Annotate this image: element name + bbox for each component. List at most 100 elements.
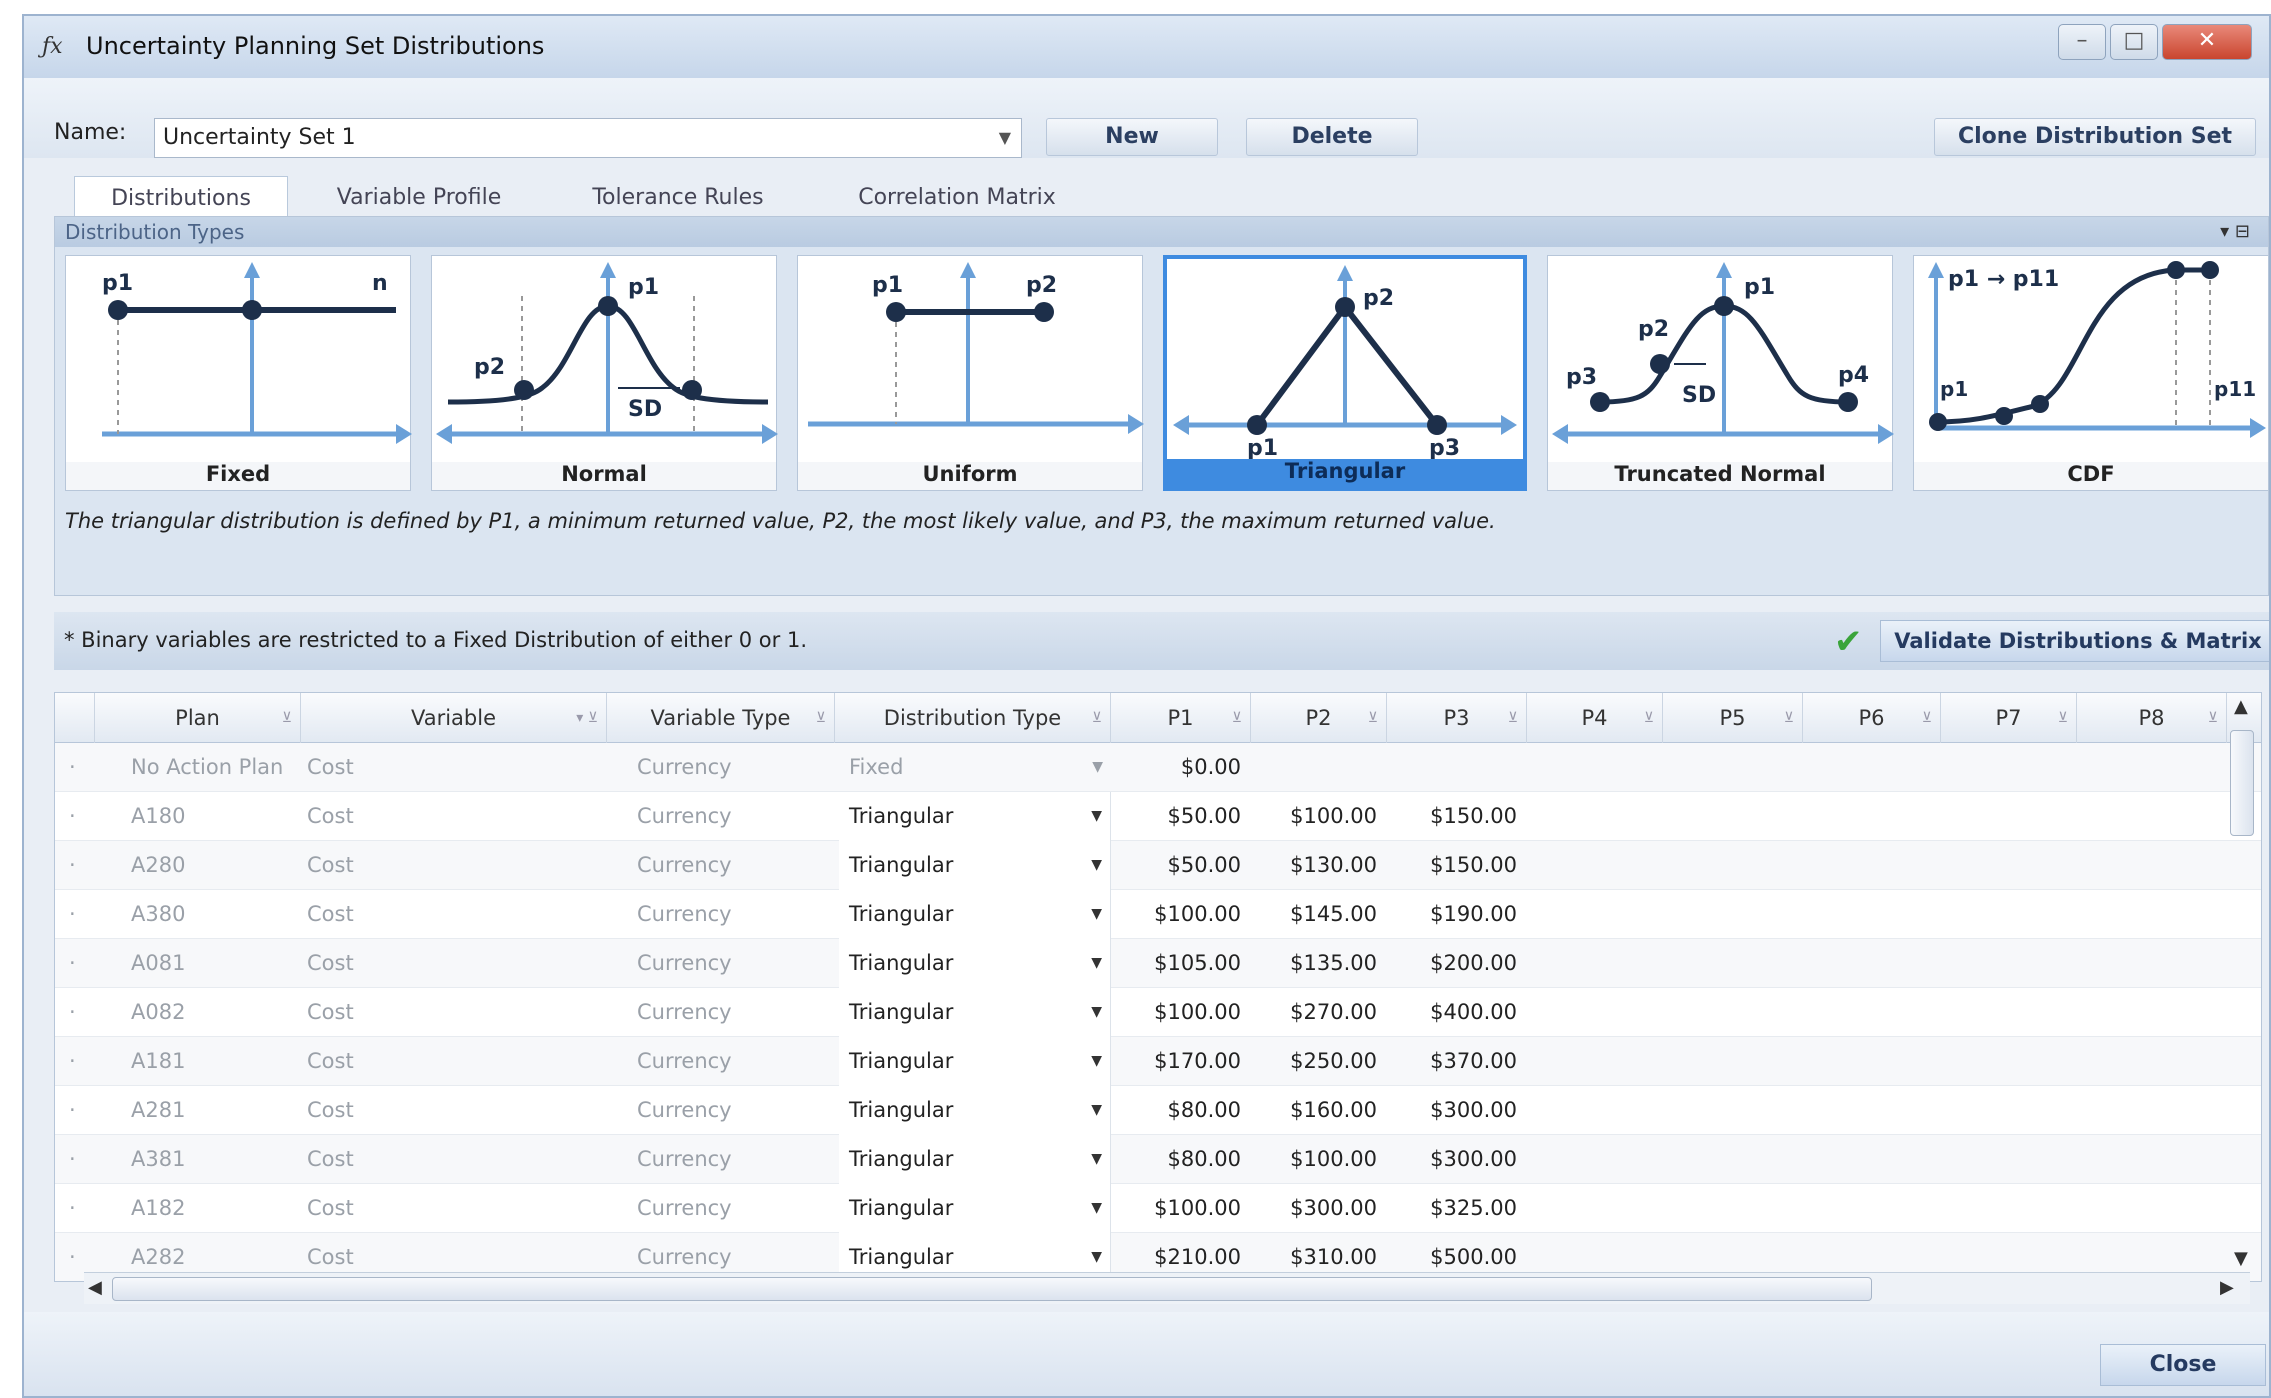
- chevron-down-icon[interactable]: ▼: [1091, 792, 1102, 841]
- delete-button[interactable]: Delete: [1246, 118, 1418, 156]
- minimize-button[interactable]: –: [2058, 24, 2106, 60]
- cell-dist[interactable]: Fixed ▼: [839, 743, 1111, 792]
- cell-p2[interactable]: $270.00: [1251, 988, 1387, 1037]
- col-distribution-type[interactable]: Distribution Type ⊻: [835, 693, 1111, 743]
- filter-icon[interactable]: ▾ ⊻: [576, 693, 598, 743]
- cell-p1[interactable]: $105.00: [1111, 939, 1251, 988]
- chevron-down-icon[interactable]: ▼: [1091, 988, 1102, 1037]
- scroll-left-icon[interactable]: ◀: [88, 1277, 102, 1298]
- chevron-down-icon[interactable]: ▼: [1091, 1135, 1102, 1184]
- chevron-down-icon[interactable]: ▼: [1091, 890, 1102, 939]
- cell-p1[interactable]: $50.00: [1111, 841, 1251, 890]
- cell-p3[interactable]: $300.00: [1387, 1086, 1527, 1135]
- cell-p3[interactable]: $300.00: [1387, 1135, 1527, 1184]
- cell-p1[interactable]: $80.00: [1111, 1086, 1251, 1135]
- cell-p3[interactable]: $150.00: [1387, 792, 1527, 841]
- maximize-button[interactable]: □: [2110, 24, 2158, 60]
- cell-dist[interactable]: Triangular ▼: [839, 988, 1111, 1037]
- filter-icon[interactable]: ⊻: [1922, 693, 1932, 743]
- filter-icon[interactable]: ⊻: [2208, 693, 2218, 743]
- close-button[interactable]: Close: [2100, 1344, 2266, 1386]
- table-row[interactable]: · A182 Cost Currency Triangular ▼ $100.00 $300.…: [55, 1184, 2261, 1233]
- table-row[interactable]: · A280 Cost Currency Triangular ▼ $50.00 $130.0…: [55, 841, 2261, 890]
- cell-p2[interactable]: $100.00: [1251, 1135, 1387, 1184]
- cell-dist[interactable]: Triangular ▼: [839, 792, 1111, 841]
- row-selector[interactable]: ·: [69, 1184, 89, 1233]
- col-p8[interactable]: P8 ⊻: [2077, 693, 2227, 743]
- cell-p2[interactable]: $100.00: [1251, 792, 1387, 841]
- table-row[interactable]: · A082 Cost Currency Triangular ▼ $100.00 $270.…: [55, 988, 2261, 1037]
- row-selector[interactable]: ·: [69, 988, 89, 1037]
- cell-p1[interactable]: $0.00: [1111, 743, 1251, 792]
- scroll-down-icon[interactable]: ▼: [2234, 1248, 2248, 1269]
- row-selector[interactable]: ·: [69, 743, 89, 792]
- cell-p3[interactable]: [1387, 743, 1527, 792]
- col-p3[interactable]: P3 ⊻: [1387, 693, 1527, 743]
- dist-card-triangular[interactable]: p2 p1 p3 Triangular: [1163, 255, 1527, 491]
- table-row[interactable]: · A281 Cost Currency Triangular ▼ $80.00 $160.0…: [55, 1086, 2261, 1135]
- table-row[interactable]: · No Action Plan Cost Currency Fixed ▼ $0.00: [55, 743, 2261, 792]
- cell-p1[interactable]: $170.00: [1111, 1037, 1251, 1086]
- cell-p1[interactable]: $100.00: [1111, 890, 1251, 939]
- cell-p1[interactable]: $100.00: [1111, 1184, 1251, 1233]
- clone-distribution-set-button[interactable]: Clone Distribution Set: [1934, 118, 2256, 156]
- filter-icon[interactable]: ⊻: [2058, 693, 2068, 743]
- cell-p2[interactable]: $145.00: [1251, 890, 1387, 939]
- filter-icon[interactable]: ⊻: [1092, 693, 1102, 743]
- dist-card-cdf[interactable]: p1 → p11 p1 p11 CDF: [1913, 255, 2269, 491]
- cell-p2[interactable]: $130.00: [1251, 841, 1387, 890]
- tab-distributions[interactable]: Distributions: [74, 176, 288, 220]
- cell-dist[interactable]: Triangular ▼: [839, 939, 1111, 988]
- cell-dist[interactable]: Triangular ▼: [839, 1037, 1111, 1086]
- col-p5[interactable]: P5 ⊻: [1663, 693, 1803, 743]
- filter-icon[interactable]: ⊻: [816, 693, 826, 743]
- cell-dist[interactable]: Triangular ▼: [839, 1086, 1111, 1135]
- table-row[interactable]: · A381 Cost Currency Triangular ▼ $80.00 $100.0…: [55, 1135, 2261, 1184]
- vertical-scrollbar[interactable]: ▲ ▼: [2224, 696, 2260, 1276]
- cell-dist[interactable]: Triangular ▼: [839, 841, 1111, 890]
- scroll-up-icon[interactable]: ▲: [2234, 696, 2248, 717]
- cell-p2[interactable]: [1251, 743, 1387, 792]
- table-row[interactable]: · A180 Cost Currency Triangular ▼ $50.00 $100.0…: [55, 792, 2261, 841]
- vertical-scroll-thumb[interactable]: [2230, 730, 2254, 836]
- pin-icon[interactable]: ▾ ⊟: [2220, 217, 2250, 247]
- row-selector[interactable]: ·: [69, 841, 89, 890]
- cell-p1[interactable]: $80.00: [1111, 1135, 1251, 1184]
- filter-icon[interactable]: ⊻: [1368, 693, 1378, 743]
- col-variable[interactable]: Variable ▾ ⊻: [301, 693, 607, 743]
- cell-dist[interactable]: Triangular ▼: [839, 1135, 1111, 1184]
- cell-p2[interactable]: $160.00: [1251, 1086, 1387, 1135]
- row-selector[interactable]: ·: [69, 890, 89, 939]
- col-plan[interactable]: Plan ⊻: [95, 693, 301, 743]
- horizontal-scrollbar[interactable]: ◀ ▶: [84, 1272, 2250, 1304]
- row-selector[interactable]: ·: [69, 1086, 89, 1135]
- filter-icon[interactable]: ⊻: [1644, 693, 1654, 743]
- cell-p1[interactable]: $100.00: [1111, 988, 1251, 1037]
- cell-p3[interactable]: $400.00: [1387, 988, 1527, 1037]
- row-selector[interactable]: ·: [69, 939, 89, 988]
- name-select[interactable]: Uncertainty Set 1 ▼: [154, 118, 1022, 158]
- cell-p2[interactable]: $300.00: [1251, 1184, 1387, 1233]
- chevron-down-icon[interactable]: ▼: [1092, 743, 1103, 792]
- table-row[interactable]: · A081 Cost Currency Triangular ▼ $105.00 $135.…: [55, 939, 2261, 988]
- col-variable-type[interactable]: Variable Type ⊻: [607, 693, 835, 743]
- chevron-down-icon[interactable]: ▼: [1091, 1037, 1102, 1086]
- dist-card-normal[interactable]: p1 p2 SD Normal: [431, 255, 778, 491]
- horizontal-scroll-thumb[interactable]: [112, 1277, 1872, 1301]
- new-button[interactable]: New: [1046, 118, 1218, 156]
- dist-card-truncated-normal[interactable]: p1 p2 p3 p4 SD Truncated Normal: [1547, 255, 1894, 491]
- col-p2[interactable]: P2 ⊻: [1251, 693, 1387, 743]
- cell-p3[interactable]: $200.00: [1387, 939, 1527, 988]
- cell-p3[interactable]: $150.00: [1387, 841, 1527, 890]
- col-p1[interactable]: P1 ⊻: [1111, 693, 1251, 743]
- chevron-down-icon[interactable]: ▼: [1091, 939, 1102, 988]
- table-row[interactable]: · A380 Cost Currency Triangular ▼ $100.00 $145.…: [55, 890, 2261, 939]
- tab-variable-profile[interactable]: Variable Profile: [306, 176, 532, 220]
- cell-p3[interactable]: $190.00: [1387, 890, 1527, 939]
- filter-icon[interactable]: ⊻: [282, 693, 292, 743]
- row-selector[interactable]: ·: [69, 792, 89, 841]
- cell-dist[interactable]: Triangular ▼: [839, 1184, 1111, 1233]
- scroll-right-icon[interactable]: ▶: [2220, 1277, 2234, 1298]
- cell-p2[interactable]: $135.00: [1251, 939, 1387, 988]
- chevron-down-icon[interactable]: ▼: [1091, 1086, 1102, 1135]
